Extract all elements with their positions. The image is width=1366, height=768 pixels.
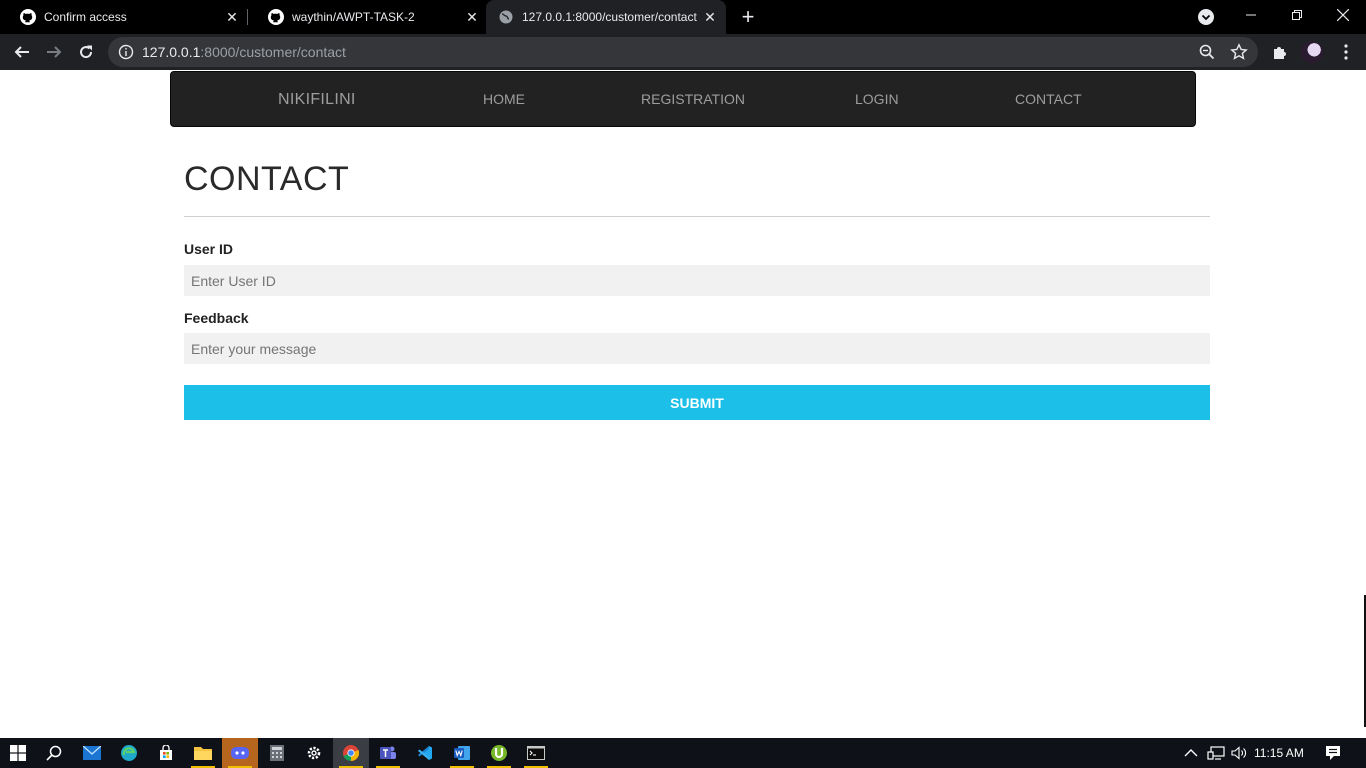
menu-kebab-icon[interactable] bbox=[1334, 40, 1358, 64]
tab-awpt-task-2[interactable]: waythin/AWPT-TASK-2 ✕ bbox=[248, 0, 488, 34]
teams-icon[interactable] bbox=[370, 738, 406, 768]
store-icon[interactable] bbox=[148, 738, 184, 768]
volume-icon[interactable] bbox=[1231, 738, 1247, 768]
site-brand[interactable]: NIKIFILINI bbox=[278, 91, 356, 109]
page-title: CONTACT bbox=[184, 160, 350, 198]
nav-login[interactable]: LOGIN bbox=[855, 91, 899, 107]
github-icon bbox=[20, 9, 36, 25]
feedback-label: Feedback bbox=[184, 310, 249, 326]
submit-button[interactable]: SUBMIT bbox=[184, 385, 1210, 420]
calculator-icon[interactable] bbox=[259, 738, 295, 768]
vscode-icon[interactable] bbox=[407, 738, 443, 768]
tab-search-icon[interactable] bbox=[1198, 9, 1214, 25]
network-icon[interactable] bbox=[1207, 738, 1225, 768]
web-page: NIKIFILINI HOME REGISTRATION LOGIN CONTA… bbox=[0, 70, 1366, 738]
tab-title: Confirm access bbox=[44, 10, 127, 24]
utorrent-icon[interactable] bbox=[481, 738, 517, 768]
bookmark-star-icon[interactable] bbox=[1230, 43, 1248, 61]
user-id-input[interactable] bbox=[184, 265, 1210, 296]
close-tab-icon[interactable]: ✕ bbox=[222, 7, 242, 27]
nav-contact[interactable]: CONTACT bbox=[1015, 91, 1082, 107]
minimize-icon[interactable] bbox=[1228, 0, 1274, 30]
close-tab-icon[interactable]: ✕ bbox=[700, 7, 720, 27]
url-path: :8000/customer/contact bbox=[200, 44, 346, 60]
tab-contact-active[interactable]: 127.0.0.1:8000/customer/contact ✕ bbox=[486, 0, 726, 34]
reload-icon[interactable] bbox=[74, 40, 98, 64]
windows-start-icon[interactable] bbox=[0, 738, 36, 768]
divider bbox=[184, 216, 1210, 217]
system-clock[interactable]: 11:15 AM bbox=[1254, 746, 1304, 760]
mail-icon[interactable] bbox=[74, 738, 110, 768]
address-bar[interactable]: 127.0.0.1:8000/customer/contact bbox=[108, 37, 1258, 67]
close-tab-icon[interactable]: ✕ bbox=[462, 7, 482, 27]
new-tab-icon[interactable]: + bbox=[736, 5, 760, 29]
tab-title: waythin/AWPT-TASK-2 bbox=[292, 10, 415, 24]
browser-toolbar: 127.0.0.1:8000/customer/contact bbox=[0, 34, 1366, 70]
tray-overflow-chevron-icon[interactable] bbox=[1184, 738, 1198, 768]
site-navbar: NIKIFILINI HOME REGISTRATION LOGIN CONTA… bbox=[170, 71, 1196, 127]
extensions-puzzle-icon[interactable] bbox=[1268, 40, 1292, 64]
close-window-icon[interactable] bbox=[1320, 0, 1366, 30]
url-host: 127.0.0.1 bbox=[142, 44, 201, 60]
chrome-icon[interactable] bbox=[333, 738, 369, 768]
word-icon[interactable] bbox=[444, 738, 480, 768]
windows-taskbar: 11:15 AM bbox=[0, 738, 1366, 768]
search-icon[interactable] bbox=[36, 738, 72, 768]
forward-icon[interactable] bbox=[42, 40, 66, 64]
tab-title: 127.0.0.1:8000/customer/contact bbox=[522, 10, 697, 24]
globe-icon bbox=[498, 9, 514, 25]
settings-gear-icon[interactable] bbox=[296, 738, 332, 768]
discord-icon[interactable] bbox=[222, 738, 258, 768]
tab-confirm-access[interactable]: Confirm access ✕ bbox=[0, 0, 248, 34]
restore-icon[interactable] bbox=[1274, 0, 1320, 30]
edge-icon[interactable] bbox=[111, 738, 147, 768]
back-icon[interactable] bbox=[10, 40, 34, 64]
browser-tab-strip: Confirm access ✕ waythin/AWPT-TASK-2 ✕ 1… bbox=[0, 0, 1366, 34]
nav-home[interactable]: HOME bbox=[483, 91, 525, 107]
profile-avatar[interactable] bbox=[1301, 41, 1323, 63]
user-id-label: User ID bbox=[184, 241, 234, 257]
file-explorer-icon[interactable] bbox=[185, 738, 221, 768]
github-icon bbox=[268, 9, 284, 25]
feedback-input[interactable] bbox=[184, 333, 1210, 364]
site-info-icon[interactable] bbox=[118, 44, 134, 60]
nav-registration[interactable]: REGISTRATION bbox=[641, 91, 745, 107]
url-text: 127.0.0.1:8000/customer/contact bbox=[142, 44, 346, 60]
action-center-icon[interactable] bbox=[1325, 738, 1341, 768]
zoom-icon[interactable] bbox=[1198, 43, 1216, 61]
terminal-icon[interactable] bbox=[518, 738, 554, 768]
